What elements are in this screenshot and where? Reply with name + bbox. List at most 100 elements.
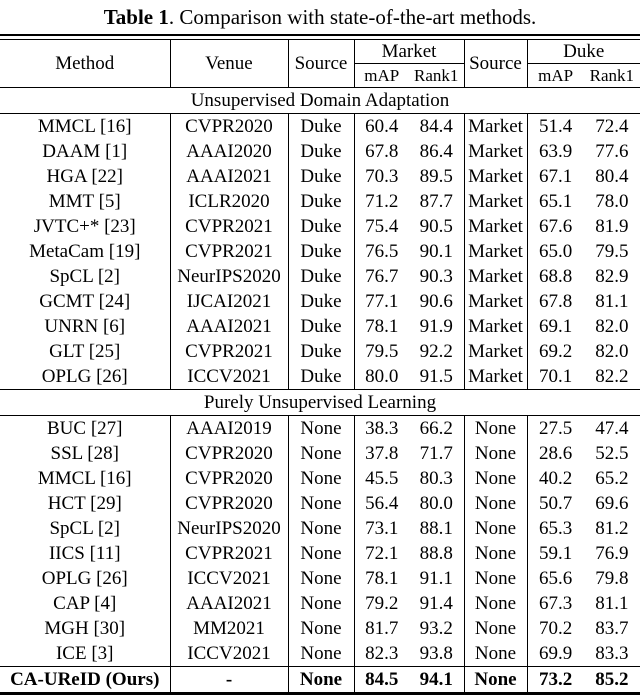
cell-metrics-duke: 69.9 83.3 <box>527 641 640 667</box>
cell-rank1-duke: 82.9 <box>595 266 629 287</box>
cell-metrics-market: 75.4 90.5 <box>354 214 465 239</box>
section-header-row: Purely Unsupervised Learning <box>0 389 640 416</box>
section-header-row: Unsupervised Domain Adaptation <box>0 87 640 114</box>
cell-method: OPLG [26] <box>0 566 171 591</box>
cell-source-market: None <box>288 616 355 641</box>
cell-map-market: 45.5 <box>365 468 399 489</box>
cell-map-duke: 70.2 <box>539 618 573 639</box>
cell-map-market: 81.7 <box>365 618 399 639</box>
cell-method: HCT [29] <box>0 491 171 516</box>
cell-source-market: Duke <box>288 214 355 239</box>
cell-map-market: 76.5 <box>365 241 399 262</box>
cell-metrics-duke: 70.2 83.7 <box>527 616 640 641</box>
cell-metrics-duke: 70.1 82.2 <box>527 364 640 390</box>
cell-metrics-duke: 67.3 81.1 <box>527 591 640 616</box>
cell-source-market: None <box>288 591 355 616</box>
column-header-rank1-duke: Rank1 <box>589 65 635 85</box>
cell-source-market: None <box>288 466 355 491</box>
cell-source-duke: Market <box>464 239 528 264</box>
cell-map-duke: 50.7 <box>539 493 573 514</box>
cell-metrics-duke-ours: 73.2 85.2 <box>527 666 640 695</box>
cell-source-duke: Market <box>464 314 528 339</box>
cell-map-market: 67.8 <box>365 141 399 162</box>
table-row: SpCL [2] NeurIPS2020 Duke 76.7 90.3 Market 68.… <box>0 264 640 289</box>
cell-method: HGA [22] <box>0 164 171 189</box>
cell-method: MGH [30] <box>0 616 171 641</box>
cell-rank1-duke: 47.4 <box>595 418 629 439</box>
cell-metrics-market: 76.7 90.3 <box>354 264 465 289</box>
cell-map-market: 79.5 <box>365 341 399 362</box>
cell-method: JVTC+* [23] <box>0 214 171 239</box>
cell-method: OPLG [26] <box>0 364 171 390</box>
cell-source-duke: None <box>464 491 528 516</box>
column-header-map-duke: mAP <box>538 65 574 85</box>
table-row: MGH [30] MM2021 None 81.7 93.2 None 70.2 83.7 <box>0 616 640 641</box>
cell-map-duke: 59.1 <box>539 543 573 564</box>
table-page: Table 1. Comparison with state-of-the-ar… <box>0 0 640 695</box>
column-header-duke: Duke <box>527 39 640 64</box>
cell-method: CAP [4] <box>0 591 171 616</box>
cell-method: DAAM [1] <box>0 139 171 164</box>
cell-rank1-market: 84.4 <box>419 116 453 137</box>
cell-rank1-duke: 79.8 <box>595 568 629 589</box>
cell-venue: IJCAI2021 <box>170 289 289 314</box>
cell-metrics-duke: 67.6 81.9 <box>527 214 640 239</box>
table-row: SSL [28] CVPR2020 None 37.8 71.7 None 28.6 52.5 <box>0 441 640 466</box>
table-row: HCT [29] CVPR2020 None 56.4 80.0 None 50.7 69.6 <box>0 491 640 516</box>
cell-map-duke: 69.2 <box>539 341 573 362</box>
column-header-map-market: mAP <box>364 65 400 85</box>
column-header-market: Market <box>354 39 465 64</box>
cell-source-duke: Market <box>464 113 528 139</box>
cell-metrics-duke: 50.7 69.6 <box>527 491 640 516</box>
cell-rank1-market: 93.8 <box>419 643 453 664</box>
cell-map-market-ours: 84.5 <box>365 669 399 690</box>
cell-map-duke: 65.3 <box>539 518 573 539</box>
cell-metrics-market: 67.8 86.4 <box>354 139 465 164</box>
table-caption-label: Table 1 <box>103 5 169 29</box>
cell-rank1-duke: 82.0 <box>595 316 629 337</box>
section-header-title: Purely Unsupervised Learning <box>0 389 640 416</box>
cell-map-duke: 69.9 <box>539 643 573 664</box>
cell-map-market: 73.1 <box>365 518 399 539</box>
cell-method: MetaCam [19] <box>0 239 171 264</box>
cell-rank1-market: 90.3 <box>419 266 453 287</box>
cell-metrics-market: 81.7 93.2 <box>354 616 465 641</box>
cell-source-market: Duke <box>288 139 355 164</box>
comparison-table: Method Venue Source Market Source Duke mAP Rank… <box>0 34 640 695</box>
cell-map-duke: 65.0 <box>539 241 573 262</box>
cell-source-market: None <box>288 415 355 441</box>
cell-rank1-duke: 52.5 <box>595 443 629 464</box>
cell-venue: ICLR2020 <box>170 189 289 214</box>
cell-venue: CVPR2020 <box>170 113 289 139</box>
cell-rank1-market: 91.9 <box>419 316 453 337</box>
cell-rank1-duke: 83.7 <box>595 618 629 639</box>
cell-venue: ICCV2021 <box>170 566 289 591</box>
column-header-source-duke: Source <box>464 39 528 88</box>
cell-metrics-market: 79.2 91.4 <box>354 591 465 616</box>
cell-rank1-duke: 80.4 <box>595 166 629 187</box>
table-row: UNRN [6] AAAI2021 Duke 78.1 91.9 Market 69.1 82… <box>0 314 640 339</box>
cell-method: MMT [5] <box>0 189 171 214</box>
cell-rank1-duke: 76.9 <box>595 543 629 564</box>
cell-venue: CVPR2021 <box>170 214 289 239</box>
cell-source-duke: Market <box>464 164 528 189</box>
column-header-method: Method <box>0 39 171 88</box>
cell-method: IICS [11] <box>0 541 171 566</box>
cell-source-market-ours: None <box>288 666 355 695</box>
cell-rank1-market-ours: 94.1 <box>419 669 453 690</box>
cell-source-duke: Market <box>464 289 528 314</box>
table-row: MetaCam [19] CVPR2021 Duke 76.5 90.1 Market 65… <box>0 239 640 264</box>
cell-venue: AAAI2019 <box>170 415 289 441</box>
cell-venue-ours: - <box>170 666 289 695</box>
cell-source-duke: None <box>464 466 528 491</box>
cell-venue: CVPR2020 <box>170 491 289 516</box>
cell-source-duke: None <box>464 441 528 466</box>
cell-rank1-duke-ours: 85.2 <box>595 669 629 690</box>
cell-metrics-duke: 65.6 79.8 <box>527 566 640 591</box>
cell-metrics-duke: 27.5 47.4 <box>527 416 640 442</box>
cell-metrics-market: 71.2 87.7 <box>354 189 465 214</box>
cell-venue: AAAI2020 <box>170 139 289 164</box>
cell-source-market: Duke <box>288 239 355 264</box>
cell-venue: NeurIPS2020 <box>170 516 289 541</box>
cell-map-market: 60.4 <box>365 116 399 137</box>
